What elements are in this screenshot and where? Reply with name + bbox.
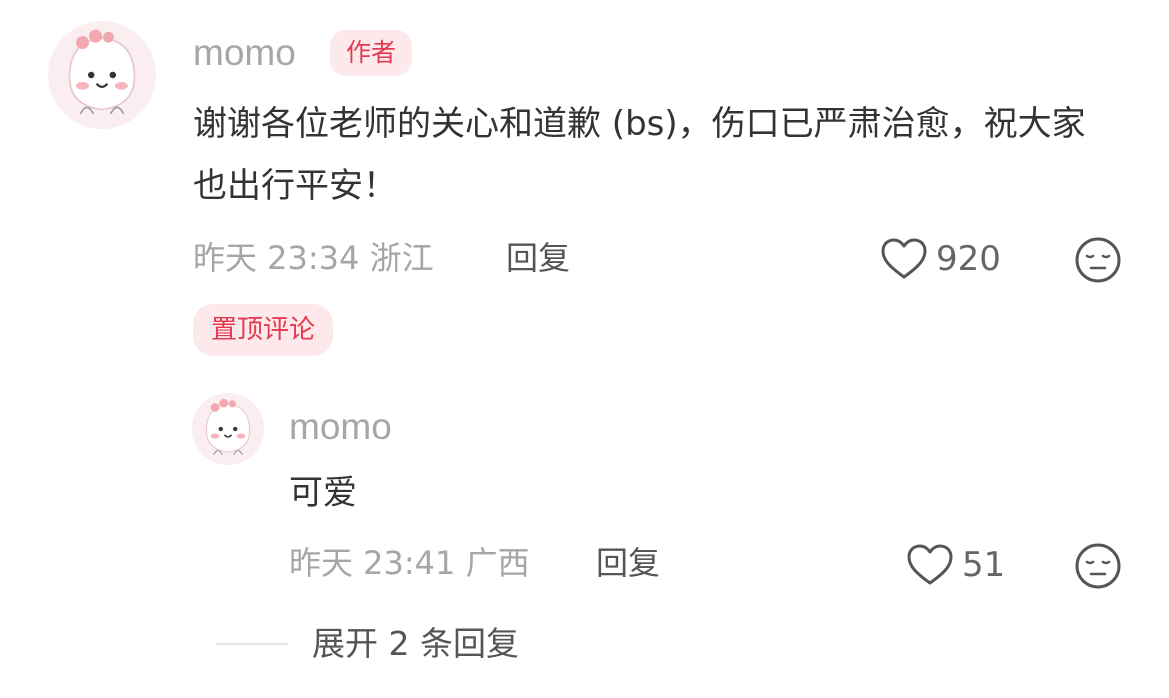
comment-content: 谢谢各位老师的关心和道歉 (bs)，伤口已严肃治愈，祝大家也出行平安！ <box>193 104 1086 206</box>
comment-like-button[interactable]: 920 <box>880 235 1001 283</box>
dinosaur-avatar-icon <box>192 393 264 465</box>
comment-like-count: 920 <box>936 239 1001 279</box>
reply-meta: 昨天 23:41 广西 <box>289 541 530 585</box>
reply-like-count: 51 <box>962 545 1006 585</box>
expand-replies-button[interactable]: 展开 2 条回复 <box>312 622 519 666</box>
heart-outline-icon <box>881 238 927 279</box>
reply-username[interactable]: momo <box>289 405 392 449</box>
neutral-face-icon <box>1075 543 1121 589</box>
pinned-comment-badge: 置顶评论 <box>193 304 334 356</box>
comment-username[interactable]: momo <box>193 31 296 75</box>
reply-reaction-button[interactable] <box>1074 542 1122 590</box>
comment-meta: 昨天 23:34 浙江 <box>193 236 434 280</box>
reply-content: 可爱 <box>289 473 357 513</box>
heart-outline-icon <box>907 544 953 585</box>
comment-location: 浙江 <box>369 239 434 277</box>
reply-avatar[interactable] <box>192 393 264 465</box>
expand-divider <box>216 643 288 645</box>
author-badge: 作者 <box>330 30 413 76</box>
comment-reaction-button[interactable] <box>1074 236 1122 284</box>
comment-reply-button[interactable]: 回复 <box>506 236 570 280</box>
reply-like-button[interactable]: 51 <box>906 541 1005 589</box>
comment-time: 昨天 23:34 <box>193 239 360 277</box>
reply-time: 昨天 23:41 <box>289 544 456 582</box>
reply-location: 广西 <box>465 544 530 582</box>
comment-avatar[interactable] <box>48 21 156 129</box>
dinosaur-avatar-icon <box>48 21 156 129</box>
reply-reply-button[interactable]: 回复 <box>596 541 660 585</box>
neutral-face-icon <box>1075 237 1121 283</box>
